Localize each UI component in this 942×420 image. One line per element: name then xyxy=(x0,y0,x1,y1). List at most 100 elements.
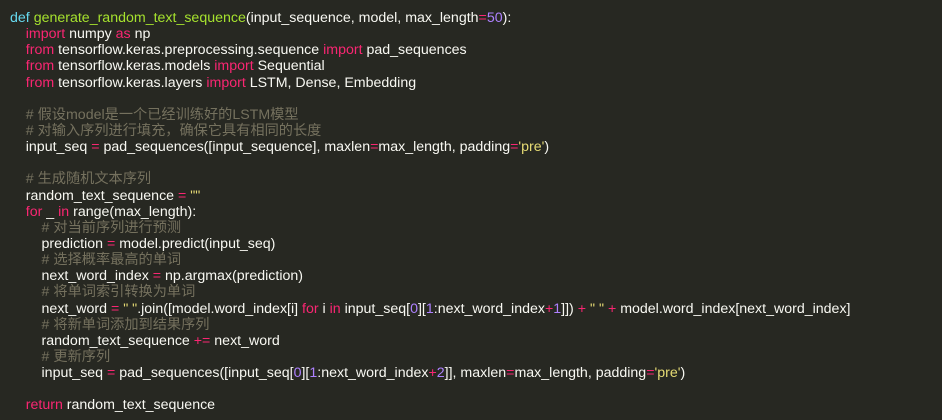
code-token: input_seq xyxy=(10,365,108,382)
code-token: # 更新序列 xyxy=(41,348,111,365)
code-token: # 生成随机文本序列 xyxy=(25,171,152,188)
code-line: prediction = model.predict(input_seq) xyxy=(10,236,942,252)
code-token: model.word_index[next_word_index] xyxy=(616,300,851,317)
code-line: # 对当前序列进行预测 xyxy=(10,220,942,236)
code-token: generate_random_text_sequence xyxy=(33,10,246,26)
code-token: # 对当前序列进行预测 xyxy=(41,219,182,236)
code-token: model.predict(input_seq) xyxy=(115,235,276,252)
code-token: input_seq xyxy=(10,139,92,156)
code-token: LSTM, Dense, Embedding xyxy=(245,74,417,91)
code-token: from xyxy=(25,58,55,75)
code-token: _ xyxy=(42,203,59,220)
code-token: # 假设model是一个已经训练好的LSTM模型 xyxy=(25,106,299,123)
code-token: " " xyxy=(123,300,138,317)
code-token: ): xyxy=(502,10,512,26)
code-token: prediction xyxy=(10,235,107,252)
code-token: tensorflow.keras.models xyxy=(54,58,215,75)
code-token: = xyxy=(152,268,162,285)
code-token: i xyxy=(318,300,330,317)
code-token: = xyxy=(478,10,487,26)
code-token: numpy xyxy=(65,26,116,43)
code-line: random_text_sequence += next_word xyxy=(10,333,942,349)
code-token: input_seq[ xyxy=(340,300,411,317)
code-token: ) xyxy=(680,365,686,382)
code-line: # 选择概率最高的单词 xyxy=(10,252,942,268)
code-token: random_text_sequence xyxy=(10,187,178,204)
code-editor[interactable]: def generate_random_text_sequence(input_… xyxy=(0,0,942,420)
code-token: # 将单词索引转换为单词 xyxy=(41,284,196,301)
code-line: from tensorflow.keras.layers import LSTM… xyxy=(10,75,942,91)
code-token: range(max_length): xyxy=(69,203,197,220)
code-token: += xyxy=(193,332,211,349)
code-token: in xyxy=(58,203,70,220)
code-token: next_word_index xyxy=(10,268,153,285)
code-token: Sequential xyxy=(253,58,325,75)
code-token: random_text_sequence xyxy=(10,332,194,349)
code-token: random_text_sequence xyxy=(62,397,216,414)
code-line: random_text_sequence = "" xyxy=(10,188,942,204)
code-token: for xyxy=(302,300,319,317)
code-token: import xyxy=(25,26,66,43)
code-token: tensorflow.keras.layers xyxy=(54,74,207,91)
code-token: max_length, padding xyxy=(378,139,511,156)
code-token: pad_sequences([input_sequence], maxlen xyxy=(99,139,371,156)
code-token: max_length, padding xyxy=(514,365,647,382)
code-token: in xyxy=(329,300,341,317)
code-token: 'pre' xyxy=(654,365,681,382)
code-token: from xyxy=(25,74,55,91)
code-token: 1 xyxy=(425,300,434,317)
code-token: next_word xyxy=(10,300,111,317)
code-token: = xyxy=(91,139,100,156)
code-token: ]]) xyxy=(561,300,578,317)
code-token: = xyxy=(110,300,120,317)
code-token: + xyxy=(577,300,587,317)
code-token: as xyxy=(115,26,131,43)
code-line: # 更新序列 xyxy=(10,349,942,365)
code-token: def xyxy=(10,10,30,26)
code-token: 'pre' xyxy=(518,139,545,156)
code-token: import xyxy=(206,74,246,91)
code-token: pad_sequences([input_seq[ xyxy=(115,365,294,382)
code-token: from xyxy=(25,42,55,59)
code-line: # 对输入序列进行填充，确保它具有相同的长度 xyxy=(10,123,942,139)
code-token: return xyxy=(25,397,63,414)
code-token: + xyxy=(607,300,617,317)
code-token: "" xyxy=(190,187,201,204)
code-token: = xyxy=(646,365,655,382)
code-line: input_seq = pad_sequences([input_seq[0][… xyxy=(10,365,942,381)
code-token: 50 xyxy=(486,10,503,26)
code-token: # 选择概率最高的单词 xyxy=(41,252,182,269)
code-line: from tensorflow.keras.models import Sequ… xyxy=(10,58,942,74)
code-token: # 对输入序列进行填充，确保它具有相同的长度 xyxy=(25,122,322,139)
code-token: import xyxy=(323,42,363,59)
code-token: ]], maxlen xyxy=(444,365,507,382)
code-line: # 生成随机文本序列 xyxy=(10,171,942,187)
code-line: # 假设model是一个已经训练好的LSTM模型 xyxy=(10,107,942,123)
code-line: # 将单词索引转换为单词 xyxy=(10,284,942,300)
code-token: 1 xyxy=(553,300,562,317)
code-token: next_word xyxy=(210,332,280,349)
code-line: # 将新单词添加到结果序列 xyxy=(10,317,942,333)
code-token: # 将新单词添加到结果序列 xyxy=(41,316,210,333)
code-token: :next_word_index xyxy=(433,300,545,317)
code-token: tensorflow.keras.preprocessing.sequence xyxy=(54,42,324,59)
code-token: np.argmax(prediction) xyxy=(161,268,303,285)
code-line: next_word_index = np.argmax(prediction) xyxy=(10,268,942,284)
code-token: pad_sequences xyxy=(362,42,467,59)
code-token: import xyxy=(214,58,254,75)
code-token: + xyxy=(428,365,437,382)
code-token: for xyxy=(25,203,43,220)
code-line: input_seq = pad_sequences([input_sequenc… xyxy=(10,139,942,155)
